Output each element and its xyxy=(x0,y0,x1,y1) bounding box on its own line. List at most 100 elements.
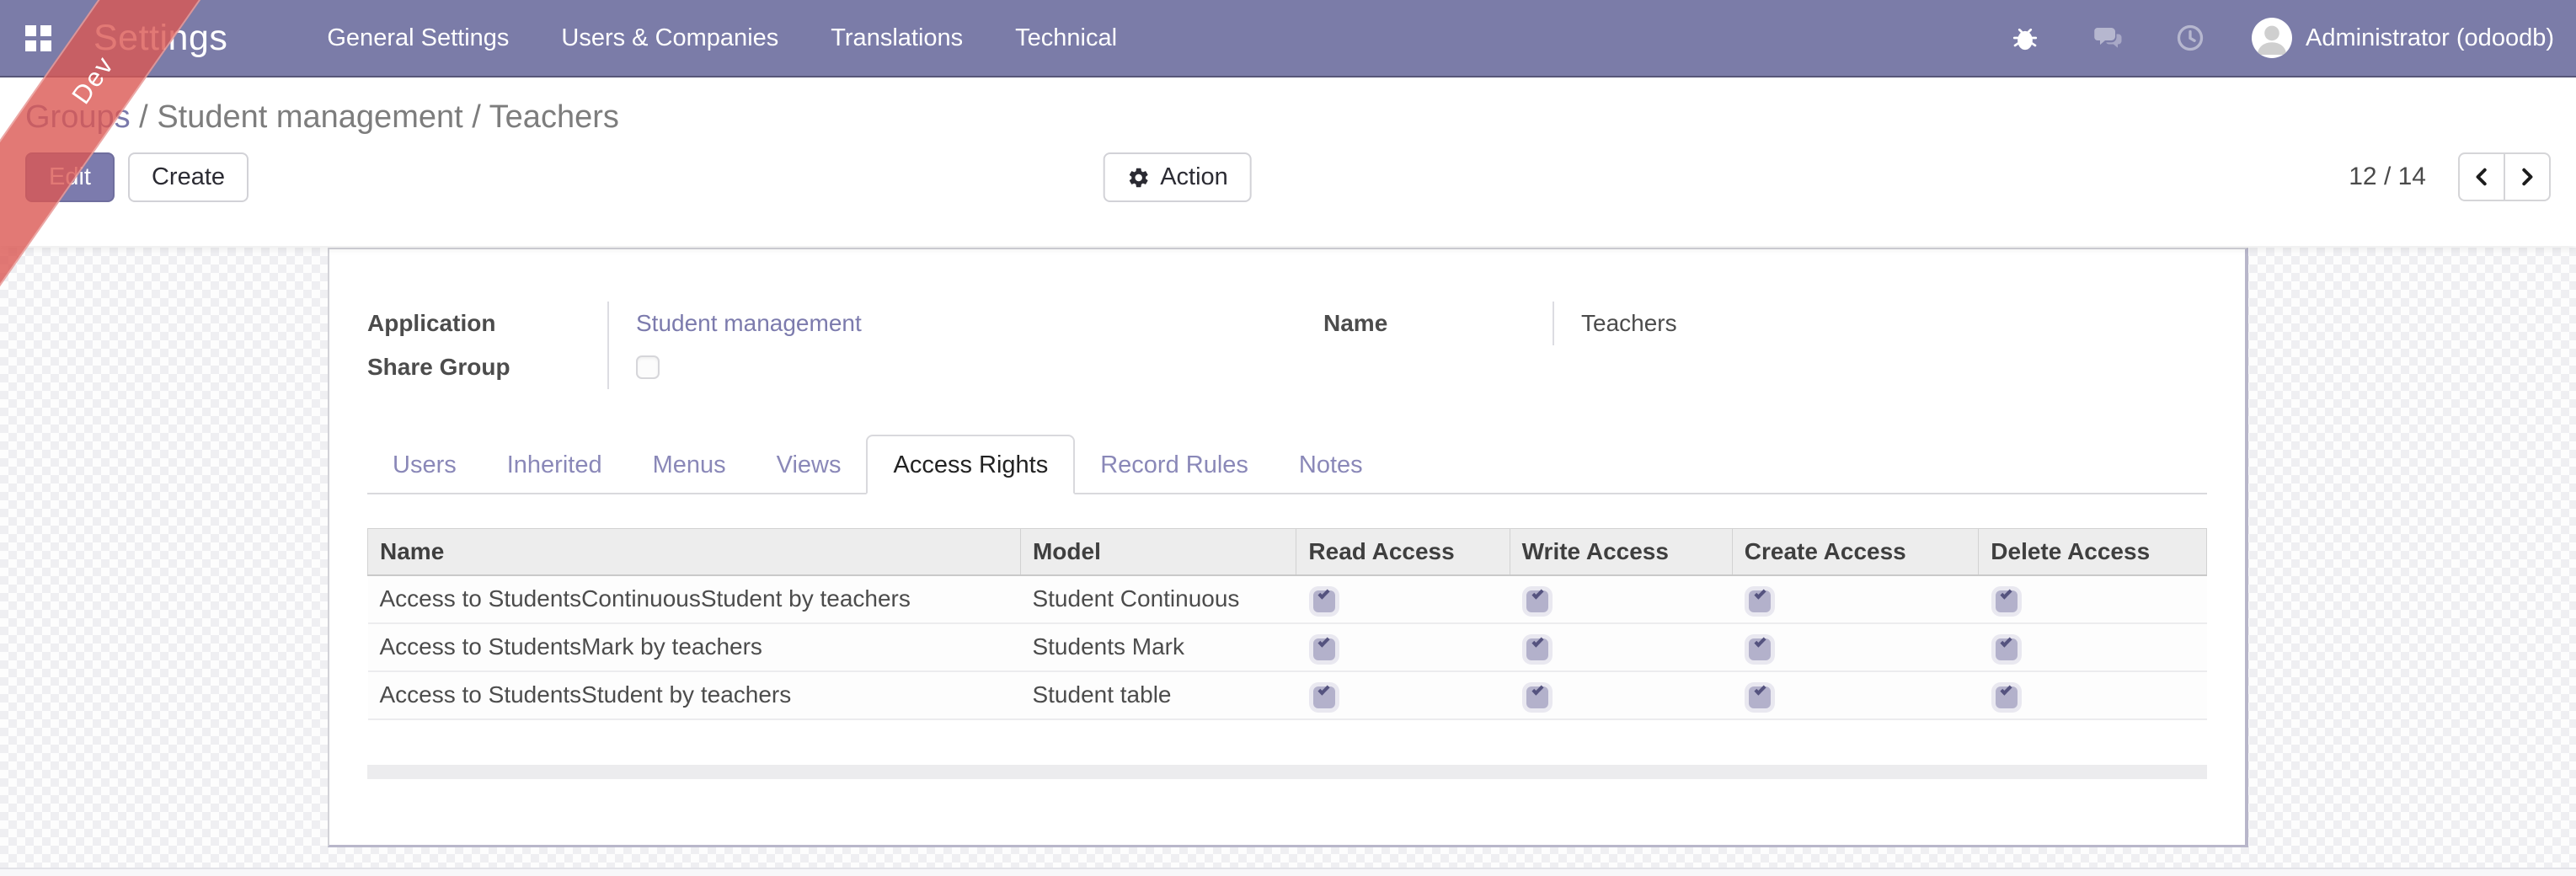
checkbox-create-access[interactable] xyxy=(1749,635,1772,660)
apps-grid-square xyxy=(25,24,36,36)
table-row[interactable]: Access to StudentsStudent by teachers Stu… xyxy=(367,670,2207,720)
check-mark-icon xyxy=(1754,635,1766,648)
cell-delete-access xyxy=(1978,622,2207,672)
menu-item-users-companies[interactable]: Users & Companies xyxy=(559,19,780,57)
apps-grid-square xyxy=(40,40,51,51)
check-mark-icon xyxy=(1531,587,1544,600)
access-table-header-row: Name Model Read Access Write Access Create A… xyxy=(367,528,2207,576)
field-row-share-group: Share Group xyxy=(367,345,1323,389)
cell-model[interactable]: Student Continuous xyxy=(1020,574,1296,624)
check-mark-icon xyxy=(1531,683,1544,696)
cell-read-access xyxy=(1296,670,1510,720)
user-avatar xyxy=(2252,18,2293,58)
tab-users[interactable]: Users xyxy=(367,440,482,493)
check-mark-icon xyxy=(1531,635,1544,648)
menu-item-translations[interactable]: Translations xyxy=(829,19,965,57)
tab-views[interactable]: Views xyxy=(751,440,867,493)
list-footer-bar xyxy=(367,764,2207,779)
column-header-create-access[interactable]: Create Access xyxy=(1731,528,1980,576)
checkbox-delete-access[interactable] xyxy=(1995,635,2018,660)
cell-write-access xyxy=(1510,670,1733,720)
action-button-label: Action xyxy=(1160,163,1228,190)
chevron-left-icon xyxy=(2476,168,2487,186)
cell-model[interactable]: Student table xyxy=(1020,670,1296,720)
pager-previous-button[interactable] xyxy=(2458,152,2505,201)
checkbox-read-access[interactable] xyxy=(1312,683,1335,708)
table-row[interactable]: Access to StudentsContinuousStudent by t… xyxy=(367,574,2207,624)
field-row-application: Application Student management xyxy=(367,302,1323,345)
apps-grid-icon[interactable] xyxy=(25,24,51,51)
checkbox-delete-access[interactable] xyxy=(1995,683,2018,708)
form-group-right: Name Teachers xyxy=(1323,302,2207,389)
debug-bug-icon[interactable] xyxy=(2010,23,2040,53)
page-bottom-strip xyxy=(0,868,2576,876)
chevron-right-icon xyxy=(2522,168,2533,186)
column-header-model[interactable]: Model xyxy=(1019,528,1297,576)
view-area: Application Student management Share Gro… xyxy=(0,248,2576,876)
field-row-name: Name Teachers xyxy=(1323,302,2207,345)
field-label-application: Application xyxy=(367,310,496,336)
breadcrumb: Groups / Student management / Teachers xyxy=(0,77,2576,136)
menu-item-technical[interactable]: Technical xyxy=(1013,19,1119,57)
tab-menus[interactable]: Menus xyxy=(628,440,751,493)
cell-name[interactable]: Access to StudentsStudent by teachers xyxy=(367,670,1021,720)
check-mark-icon xyxy=(2000,683,2012,696)
check-mark-icon xyxy=(1317,683,1330,696)
pager-count: 12 / 14 xyxy=(2349,163,2426,190)
create-button[interactable]: Create xyxy=(127,152,249,202)
checkbox-create-access[interactable] xyxy=(1749,587,1772,612)
check-mark-icon xyxy=(1754,683,1766,696)
tab-notes[interactable]: Notes xyxy=(1274,440,1388,493)
apps-grid-square xyxy=(25,40,36,51)
check-mark-icon xyxy=(2000,635,2012,648)
share-group-checkbox[interactable] xyxy=(636,355,660,379)
control-panel: Groups / Student management / Teachers E… xyxy=(0,77,2576,246)
messages-icon[interactable] xyxy=(2092,23,2123,53)
cell-name[interactable]: Access to StudentsMark by teachers xyxy=(367,622,1021,672)
checkbox-read-access[interactable] xyxy=(1312,635,1335,660)
action-button-wrap: Action xyxy=(1103,152,1252,202)
column-header-write-access[interactable]: Write Access xyxy=(1509,528,1733,576)
breadcrumb-separator: / xyxy=(462,99,489,135)
cell-write-access xyxy=(1510,574,1733,624)
action-button[interactable]: Action xyxy=(1103,152,1252,202)
cell-delete-access xyxy=(1978,670,2207,720)
tab-access-rights[interactable]: Access Rights xyxy=(866,435,1076,494)
activities-clock-icon[interactable] xyxy=(2175,23,2205,53)
column-header-read-access[interactable]: Read Access xyxy=(1296,528,1510,576)
top-navbar: Settings General SettingsUsers & Compani… xyxy=(0,0,2576,77)
column-header-name[interactable]: Name xyxy=(367,528,1021,576)
checkbox-read-access[interactable] xyxy=(1312,587,1335,612)
notebook-tabs: Users Inherited Menus Views Access Rights Rec… xyxy=(367,435,2207,494)
cell-model[interactable]: Students Mark xyxy=(1020,622,1296,672)
cell-create-access xyxy=(1732,574,1979,624)
check-mark-icon xyxy=(1317,635,1330,648)
field-value-share-group xyxy=(607,345,1323,389)
user-menu[interactable]: Administrator (odoodb) xyxy=(2252,18,2554,58)
tab-inherited[interactable]: Inherited xyxy=(482,440,628,493)
topbar-menu: General Settings Users & Companies Transla… xyxy=(325,19,1119,57)
field-value-application: Student management xyxy=(607,302,1323,345)
application-link[interactable]: Student management xyxy=(636,310,862,337)
checkbox-delete-access[interactable] xyxy=(1995,587,2018,612)
checkbox-write-access[interactable] xyxy=(1526,683,1549,708)
field-label-share-group: Share Group xyxy=(367,354,510,380)
checkbox-write-access[interactable] xyxy=(1526,635,1549,660)
systray xyxy=(2010,23,2205,53)
pager-buttons xyxy=(2458,152,2551,201)
tab-record-rules[interactable]: Record Rules xyxy=(1075,440,1274,493)
table-row[interactable]: Access to StudentsMark by teachers Studen… xyxy=(367,622,2207,672)
cell-write-access xyxy=(1510,622,1733,672)
gear-icon xyxy=(1129,168,1148,187)
control-panel-buttons-row: Edit Create Action 12 / 14 xyxy=(0,152,2576,203)
user-name: Administrator (odoodb) xyxy=(2306,24,2554,51)
checkbox-create-access[interactable] xyxy=(1749,683,1772,708)
column-header-delete-access[interactable]: Delete Access xyxy=(1978,528,2207,576)
pager-next-button[interactable] xyxy=(2504,152,2551,201)
cell-name[interactable]: Access to StudentsContinuousStudent by t… xyxy=(367,574,1021,624)
cell-read-access xyxy=(1296,574,1510,624)
access-rights-table: Name Model Read Access Write Access Create A… xyxy=(367,528,2207,720)
menu-item-general-settings[interactable]: General Settings xyxy=(325,19,510,57)
checkbox-write-access[interactable] xyxy=(1526,587,1549,612)
form-sheet: Application Student management Share Gro… xyxy=(328,248,2248,847)
